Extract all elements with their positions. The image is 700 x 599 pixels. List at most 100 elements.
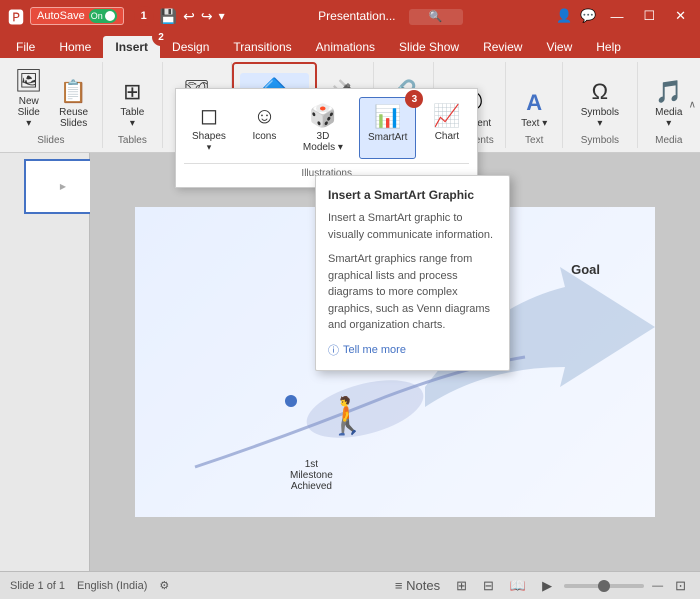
3d-models-icon: 🎲 xyxy=(309,103,336,129)
notes-button[interactable]: ≡ Notes xyxy=(391,576,444,595)
smartart-tooltip: Insert a SmartArt Graphic Insert a Smart… xyxy=(315,175,510,371)
step3-badge: 3 xyxy=(405,90,423,108)
step2-badge: 2 xyxy=(152,28,170,46)
symbols-button[interactable]: Ω Symbols ▾ xyxy=(571,75,628,133)
icons-label: Icons xyxy=(252,131,276,142)
slides-group-label: Slides xyxy=(37,135,64,146)
minimize-button[interactable]: — xyxy=(604,7,629,26)
reuse-slides-button[interactable]: 📋 Reuse Slides xyxy=(53,75,93,133)
tab-transitions[interactable]: Transitions xyxy=(221,36,303,58)
3d-models-button[interactable]: 🎲 3D Models ▾ xyxy=(295,97,351,159)
smartart-tooltip-title: Insert a SmartArt Graphic xyxy=(328,188,497,202)
chart-label: Chart xyxy=(435,131,459,142)
ribbon-group-tables: ⊞ Table ▾ Tables xyxy=(103,62,163,148)
milestone-text: 1st Milestone Achieved xyxy=(290,459,333,492)
milestone-line3: Achieved xyxy=(291,481,332,492)
new-slide-button[interactable]: 🖼 New Slide ▾ xyxy=(8,64,49,133)
milestone-line1: 1st xyxy=(305,459,318,470)
status-bar-right: ≡ Notes ⊞ ⊟ 📖 ▶ — ⊡ xyxy=(391,576,690,596)
slide-count: Slide 1 of 1 xyxy=(10,580,65,592)
ribbon-collapse-button[interactable]: ∧ xyxy=(689,100,696,111)
close-button[interactable]: ✕ xyxy=(669,6,692,26)
goal-label: Goal xyxy=(571,262,600,277)
media-group-label: Media xyxy=(655,135,682,146)
tab-insert[interactable]: Insert 2 xyxy=(103,36,160,58)
symbols-group-label: Symbols xyxy=(581,135,619,146)
tab-view[interactable]: View xyxy=(534,36,584,58)
normal-view-button[interactable]: ⊞ xyxy=(452,576,471,596)
zoom-slider-thumb xyxy=(598,580,610,592)
shapes-icon: ◻ xyxy=(200,103,218,129)
smartart-icon: 📊 xyxy=(374,104,401,130)
step1-badge: 1 xyxy=(134,6,154,26)
status-bar: Slide 1 of 1 English (India) ⚙ ≡ Notes ⊞… xyxy=(0,571,700,599)
notes-label: Notes xyxy=(406,578,440,593)
smartart-tooltip-desc2: SmartArt graphics range from graphical l… xyxy=(328,251,497,334)
autosave-toggle[interactable]: On xyxy=(89,9,117,23)
ribbon-group-symbols: Ω Symbols ▾ Symbols xyxy=(563,62,637,148)
tab-file[interactable]: File xyxy=(4,36,47,58)
title-bar-right: 👤 💬 — ☐ ✕ xyxy=(556,6,692,26)
tab-review[interactable]: Review xyxy=(471,36,534,58)
undo-icon[interactable]: ↩ xyxy=(183,8,195,25)
table-button[interactable]: ⊞ Table ▾ xyxy=(111,75,154,133)
tab-animations[interactable]: Animations xyxy=(304,36,387,58)
maximize-button[interactable]: ☐ xyxy=(637,6,661,26)
search-box[interactable]: 🔍 xyxy=(409,9,463,25)
autosave-state: On xyxy=(91,11,103,21)
autosave-badge: AutoSave On xyxy=(30,7,124,25)
text-group-label: Text xyxy=(525,135,543,146)
redo-icon[interactable]: ↪ xyxy=(201,8,213,25)
milestone-line2: Milestone xyxy=(290,470,333,481)
ribbon-group-slides: 🖼 New Slide ▾ 📋 Reuse Slides Slides xyxy=(0,62,103,148)
zoom-slider[interactable] xyxy=(564,584,644,588)
smartart-tooltip-desc1: Insert a SmartArt graphic to visually co… xyxy=(328,210,497,243)
title-bar-center: Presentation... 🔍 xyxy=(225,9,556,23)
icons-button[interactable]: ☺ Icons xyxy=(242,97,287,159)
tab-slideshow[interactable]: Slide Show xyxy=(387,36,471,58)
slide-panel: 1 ▶ xyxy=(0,153,90,571)
illustrations-items: ◻ Shapes ▾ ☺ Icons 🎲 3D Models ▾ 📊 Smart… xyxy=(184,97,469,159)
ribbon-tabs: File Home Insert 2 Design Transitions An… xyxy=(0,32,700,58)
title-bar: 🅿 AutoSave On 1 💾 ↩ ↪ ▾ Presentation... … xyxy=(0,0,700,32)
app-logo: 🅿 xyxy=(8,4,24,28)
tables-group-label: Tables xyxy=(118,135,147,146)
new-slide-icon: 🖼 xyxy=(15,68,43,94)
chart-icon: 📈 xyxy=(433,103,460,129)
tab-help[interactable]: Help xyxy=(584,36,633,58)
illustrations-dropdown: ◻ Shapes ▾ ☺ Icons 🎲 3D Models ▾ 📊 Smart… xyxy=(175,88,478,188)
notes-icon: ≡ xyxy=(395,578,403,593)
ribbon-group-text: A Text ▾ Text xyxy=(506,62,563,148)
text-button[interactable]: A Text ▾ xyxy=(514,86,554,133)
3d-models-label: 3D xyxy=(317,131,330,142)
shapes-button[interactable]: ◻ Shapes ▾ xyxy=(184,97,234,159)
slideshow-view-button[interactable]: ▶ xyxy=(538,576,556,596)
milestone-person: 🚶 xyxy=(325,395,370,437)
status-bar-left: Slide 1 of 1 English (India) ⚙ xyxy=(10,579,169,592)
autosave-label: AutoSave xyxy=(37,10,85,22)
text-icon: A xyxy=(526,90,542,116)
smartart-button[interactable]: 📊 SmartArt 3 xyxy=(359,97,416,159)
fit-slide-button[interactable]: ⊡ xyxy=(671,576,690,596)
info-icon: ⓘ xyxy=(328,342,339,358)
media-button[interactable]: 🎵 Media ▾ xyxy=(646,75,692,133)
media-icon: 🎵 xyxy=(655,79,682,105)
language-indicator: English (India) xyxy=(77,580,147,592)
comments-icon[interactable]: 💬 xyxy=(580,8,596,24)
slide-panel-item[interactable]: 1 ▶ xyxy=(4,159,85,214)
text-group-items: A Text ▾ xyxy=(514,64,554,133)
accessibility-icon[interactable]: ⚙ xyxy=(159,579,169,592)
tab-home[interactable]: Home xyxy=(47,36,103,58)
title-bar-left: 🅿 AutoSave On 1 💾 ↩ ↪ ▾ xyxy=(8,4,225,28)
presentation-title: Presentation... xyxy=(318,9,395,23)
slide-sorter-button[interactable]: ⊟ xyxy=(479,576,498,596)
icons-icon: ☺ xyxy=(253,103,275,129)
table-icon: ⊞ xyxy=(123,79,141,105)
symbols-icon: Ω xyxy=(592,79,608,105)
save-icon[interactable]: 💾 xyxy=(160,8,177,25)
share-icon[interactable]: 👤 xyxy=(556,8,572,24)
tell-more-link[interactable]: ⓘ Tell me more xyxy=(328,342,497,358)
slides-group-items: 🖼 New Slide ▾ 📋 Reuse Slides xyxy=(8,64,94,133)
reading-view-button[interactable]: 📖 xyxy=(506,576,530,596)
chart-button[interactable]: 📈 Chart xyxy=(424,97,469,159)
